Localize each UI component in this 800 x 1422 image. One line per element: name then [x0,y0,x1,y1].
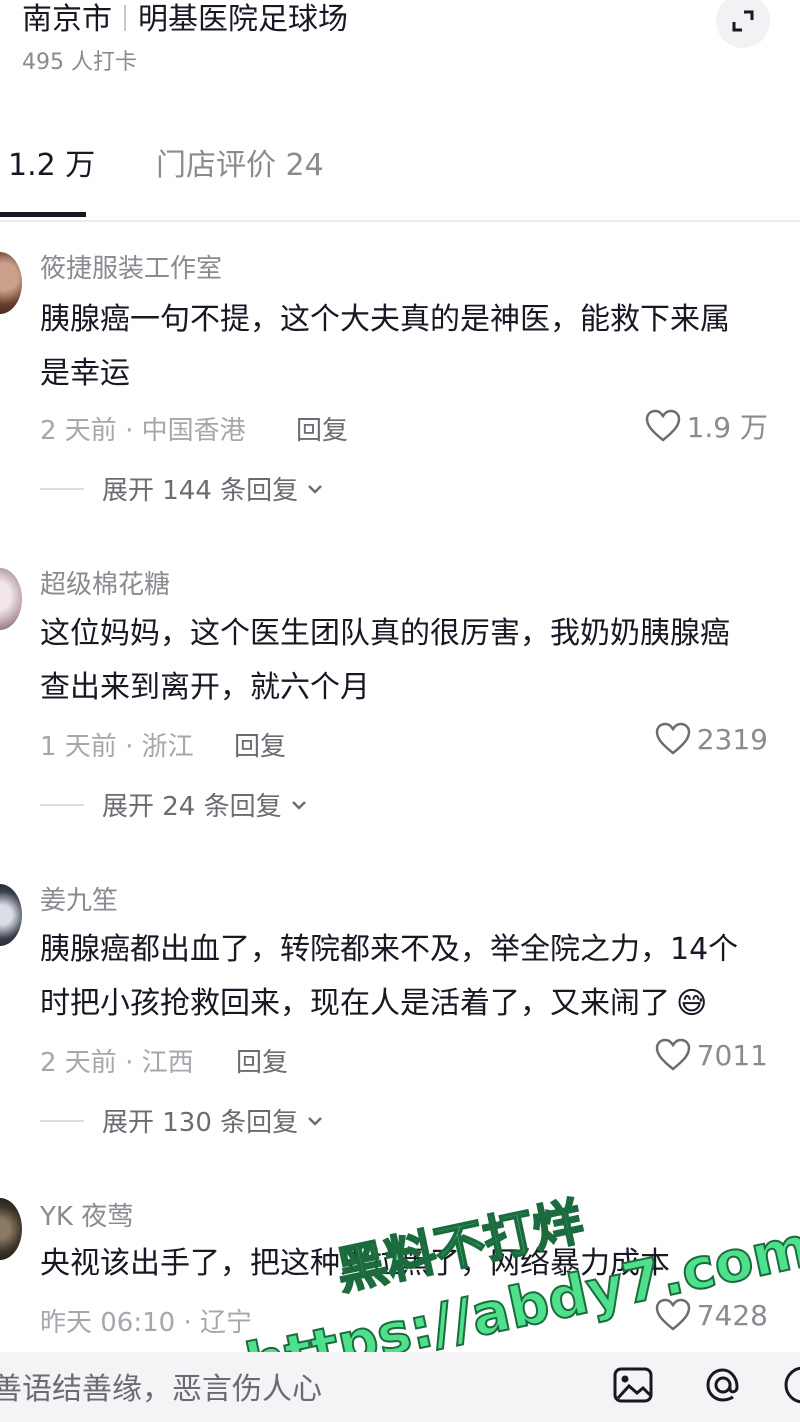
expand-icon [732,10,754,32]
comment-text-segment: 时把小孩抢救回来，现在人是活着了，又来闹了 [40,986,670,1021]
heart-icon [655,722,690,755]
comment-text-line: 时把小孩抢救回来，现在人是活着了，又来闹了 😅 [40,976,707,1032]
emoji: 😅 [676,986,708,1021]
location-title: 南京市 明基医院足球场 [22,0,348,38]
comment-time-location: 1 天前 · 浙江 [40,732,194,762]
expand-button[interactable] [716,0,770,48]
expand-replies[interactable]: 展开 144 条回复 [40,470,326,507]
chevron-down-icon [308,1116,323,1126]
comment-text-line: 这位妈妈，这个医生团队真的很厉害，我奶奶胰腺癌 [40,616,730,651]
comment-text-line: 胰腺癌一句不提，这个大夫真的是神医，能救下来属 [40,302,730,337]
like-count: 1.9 万 [686,411,768,444]
active-tab-indicator [0,212,86,217]
image-icon[interactable] [610,1362,656,1408]
comment-time-location: 2 天前 · 中国香港 [40,416,246,446]
comment-time-location: 2 天前 · 江西 [40,1048,194,1078]
emoji-icon[interactable] [780,1362,800,1408]
location-header: 南京市 明基医院足球场 495 人打卡 [0,0,800,110]
at-icon[interactable] [700,1362,746,1408]
heart-icon [645,409,680,442]
comment-input-bar: 善语结善缘，恶言伤人心 [0,1352,800,1422]
like-button[interactable]: 1.9 万 [645,406,768,446]
divider-line [40,487,84,490]
comment-text-line: 查出来到离开，就六个月 [40,670,370,705]
expand-replies[interactable]: 展开 130 条回复 [40,1102,326,1139]
like-button[interactable]: 7428 [655,1298,768,1332]
avatar[interactable] [0,568,22,630]
comment-text-line: 胰腺癌都出血了，转院都来不及，举全院之力，14个 [40,932,739,967]
like-count: 2319 [696,722,768,756]
avatar[interactable] [0,884,22,946]
checkin-count: 495 人打卡 [22,50,137,75]
expand-replies-label: 展开 130 条回复 [102,1108,299,1138]
like-button[interactable]: 7011 [655,1038,768,1072]
heart-icon [655,1038,690,1071]
comment-input[interactable]: 善语结善缘，恶言伤人心 [0,1364,322,1408]
like-count: 7011 [696,1038,768,1072]
expand-replies-label: 展开 24 条回复 [102,792,282,822]
expand-replies[interactable]: 展开 24 条回复 [40,786,310,823]
avatar[interactable] [0,252,22,314]
comment-text-line: 是幸运 [40,356,130,391]
comment-username[interactable]: 姜九笙 [40,880,118,917]
divider-line [40,803,84,806]
comment-username[interactable]: 超级棉花糖 [40,564,170,601]
comment-tabs: 1.2 万 门店评价 24 [0,120,800,222]
chevron-down-icon [291,800,306,810]
avatar[interactable] [0,1198,22,1260]
reply-button[interactable]: 回复 [236,1042,288,1079]
city-name: 南京市 [22,2,112,37]
divider-line [40,1119,84,1122]
comment-username[interactable]: YK 夜莺 [40,1196,133,1233]
comment-username[interactable]: 筱捷服装工作室 [40,248,222,285]
title-divider [124,5,126,31]
comment-text-line: 央视该出手了，把这种人拉黑了，网络暴力成本 [40,1246,670,1281]
expand-replies-label: 展开 144 条回复 [102,476,299,506]
tab-comments[interactable]: 1.2 万 [8,140,95,184]
reply-button[interactable]: 回复 [234,726,286,763]
tab-store-reviews[interactable]: 门店评价 24 [156,140,324,184]
heart-icon [655,1298,690,1331]
comment-time-location: 昨天 06:10 · 辽宁 [40,1308,252,1338]
place-name: 明基医院足球场 [138,2,348,37]
like-count: 7428 [696,1298,768,1332]
like-button[interactable]: 2319 [655,722,768,756]
chevron-down-icon [308,484,323,494]
reply-button[interactable]: 回复 [296,410,348,447]
